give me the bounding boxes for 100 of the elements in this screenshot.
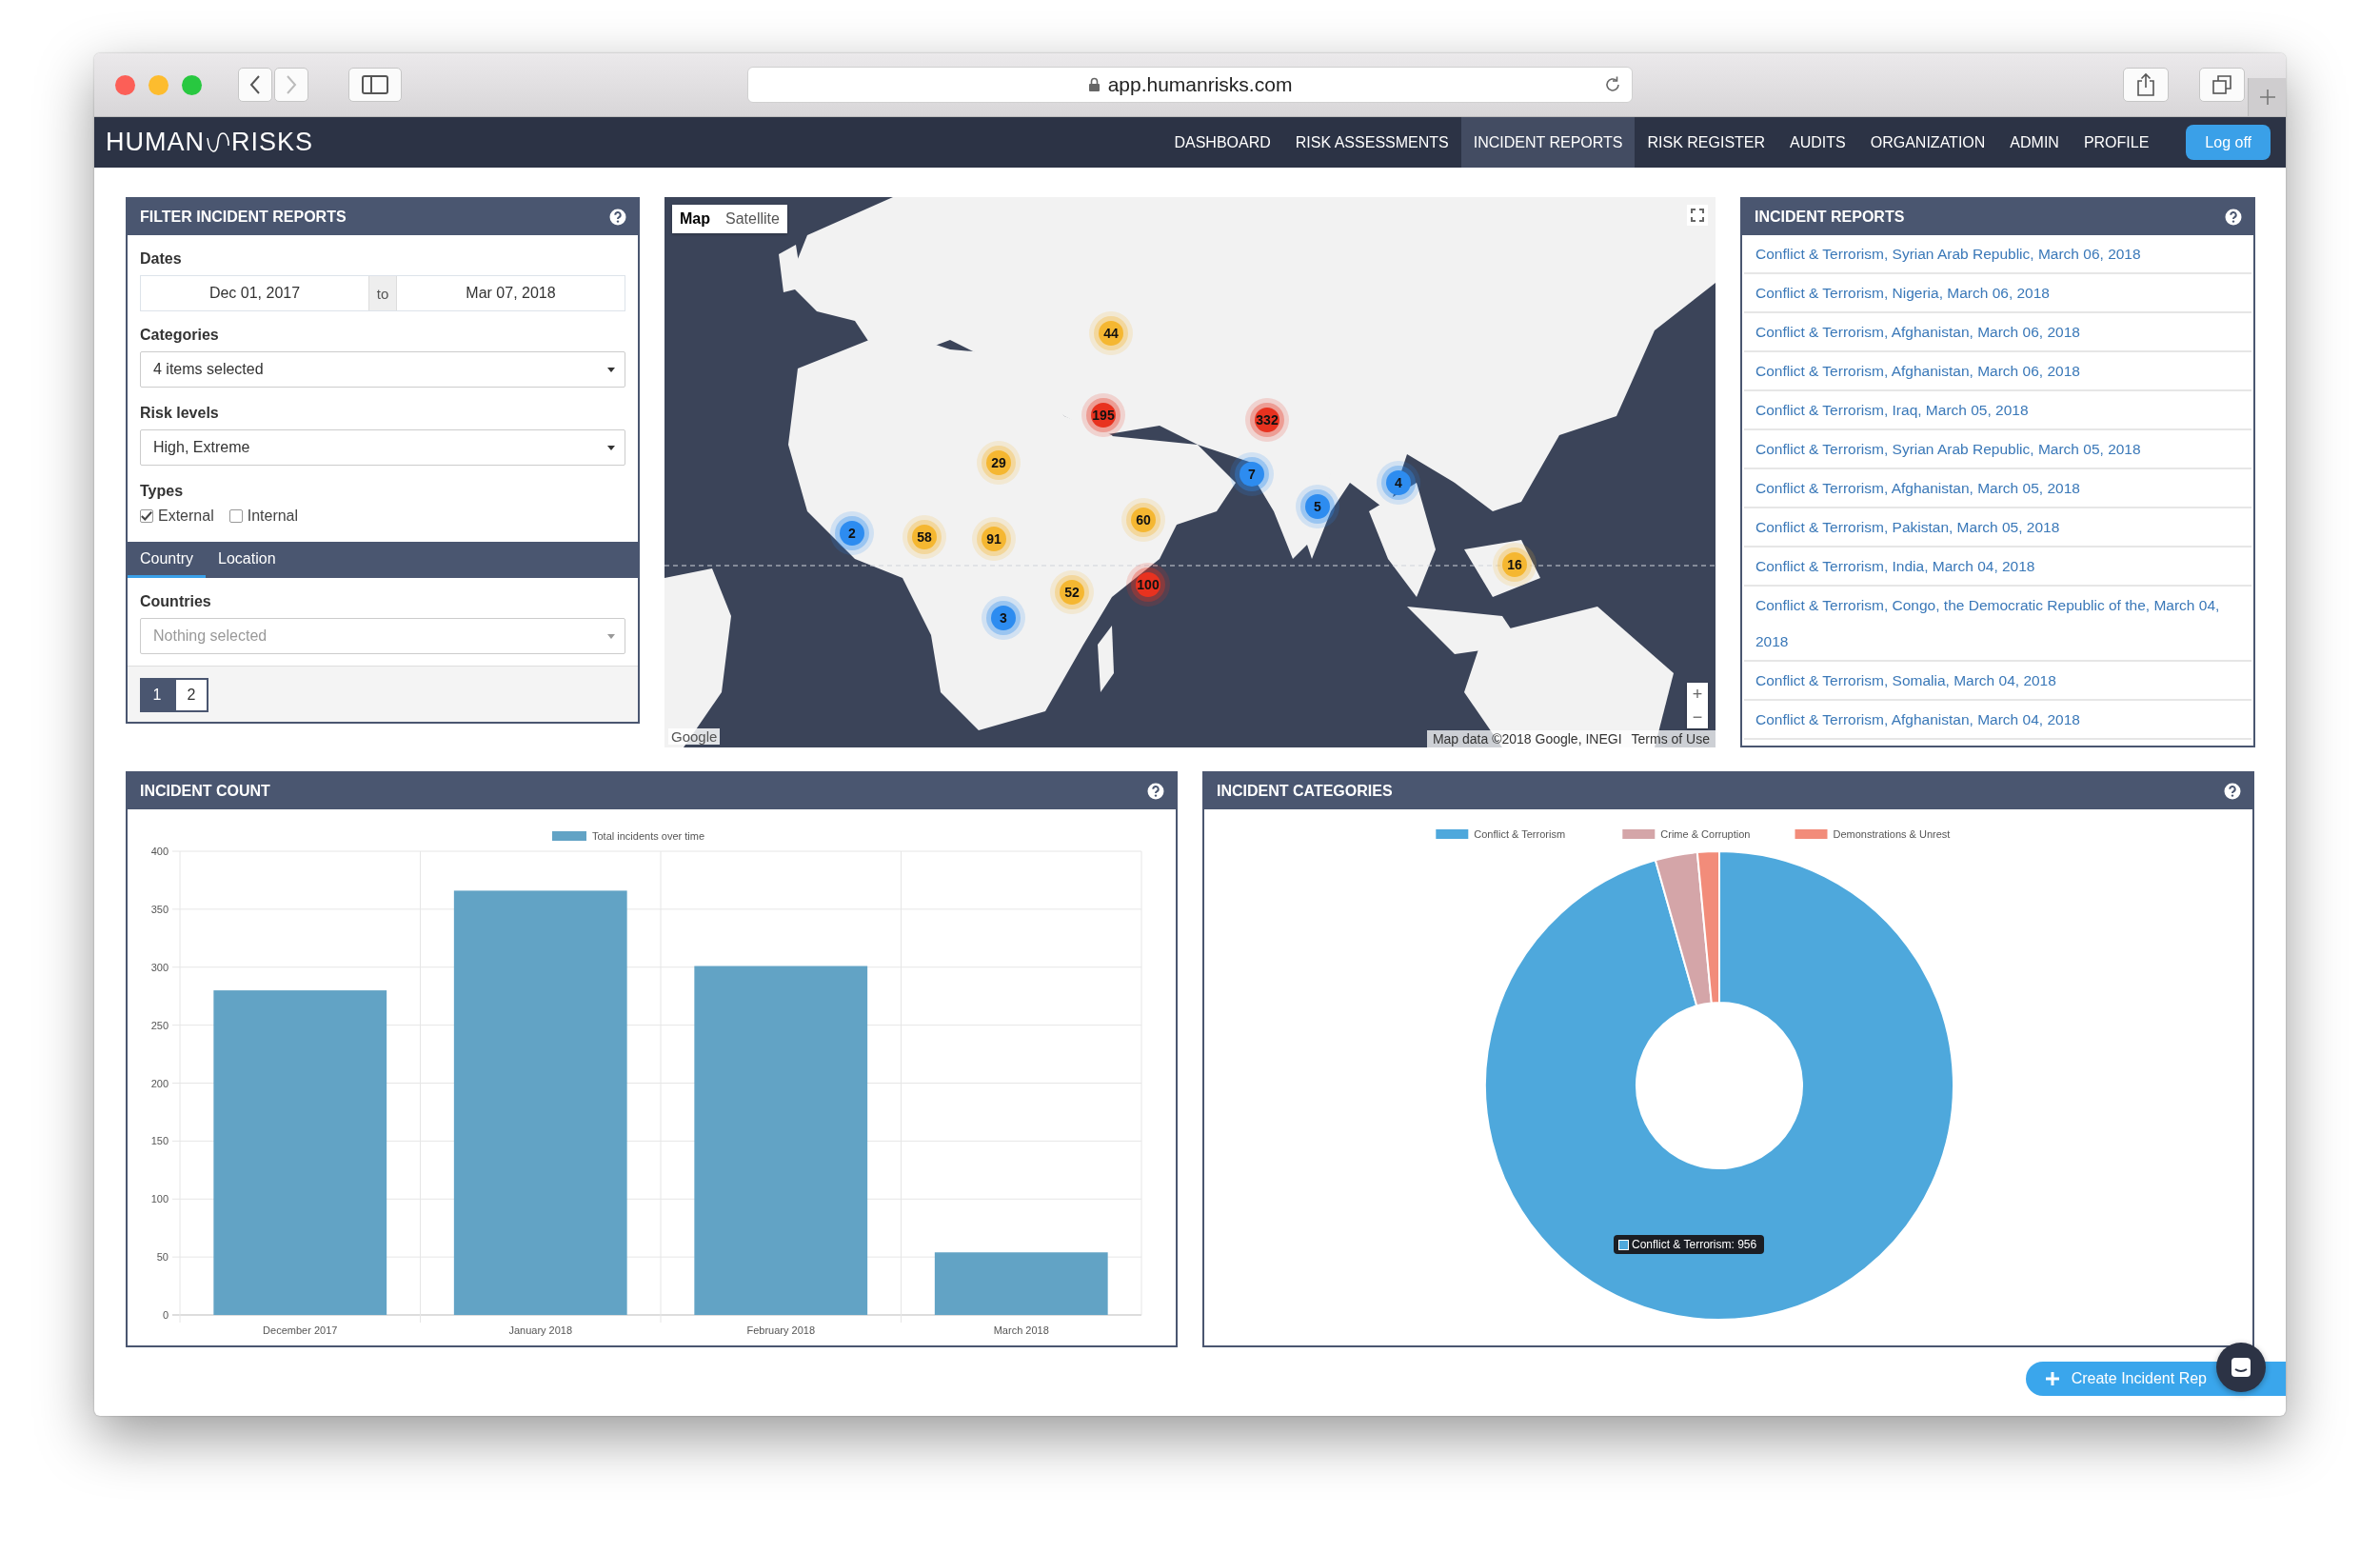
legend-label: Total incidents over time [592, 830, 704, 842]
legend-swatch [1436, 829, 1469, 839]
field-label: Risk levels [140, 405, 220, 422]
filter-tab[interactable]: Location [206, 542, 288, 578]
lock-icon [1087, 77, 1101, 92]
legend-label: Demonstrations & Unrest [1833, 828, 1951, 840]
report-link[interactable]: Conflict & Terrorism, Congo, the Democratic Republic of the, March 04, 2018 [1744, 587, 2251, 662]
axis-tick-label: 200 [150, 1077, 169, 1089]
tabs-icon [2211, 74, 2232, 95]
report-link[interactable]: Conflict & Terrorism, Somalia, March 04, 2018 [1744, 662, 2251, 701]
axis-tick-label: 100 [150, 1193, 169, 1205]
nav-link[interactable]: RISK REGISTER [1635, 117, 1778, 168]
page-button[interactable]: 2 [174, 678, 208, 712]
filter-tab[interactable]: Country [128, 542, 207, 578]
legend-swatch [552, 831, 586, 841]
back-icon [248, 74, 262, 95]
caret-icon [607, 367, 615, 372]
donut-slice[interactable] [1484, 850, 1954, 1321]
sidebar-button[interactable] [348, 68, 402, 102]
nav-link[interactable]: ORGANIZATION [1857, 117, 1998, 168]
nav-link[interactable]: RISK ASSESSMENTS [1282, 117, 1461, 168]
panel-title: INCIDENT COUNT [140, 783, 270, 800]
axis-tick-label: 150 [150, 1135, 169, 1147]
nav-link[interactable]: AUDITS [1777, 117, 1858, 168]
legend-swatch [1622, 829, 1656, 839]
help-icon[interactable] [2225, 209, 2242, 226]
legend-label: Conflict & Terrorism [1474, 828, 1566, 840]
report-link[interactable]: Conflict & Terrorism, Nigeria, March 06, 2018 [1744, 274, 2251, 313]
axis-tick-label: December 2017 [263, 1324, 338, 1336]
forward-icon [285, 74, 298, 95]
address-bar[interactable]: app.humanrisks.com [747, 67, 1633, 103]
axis-tick-label: 250 [150, 1019, 169, 1031]
nav-link[interactable]: PROFILE [2071, 117, 2162, 168]
axis-tick-label: 350 [150, 903, 169, 915]
help-icon[interactable] [609, 209, 626, 226]
zoom-window-button[interactable] [182, 74, 202, 95]
nav-link[interactable]: DASHBOARD [1161, 117, 1283, 168]
panel-title: INCIDENT CATEGORIES [1217, 783, 1393, 800]
report-link[interactable]: Conflict & Terrorism, India, March 04, 2018 [1744, 548, 2251, 587]
share-button[interactable] [2123, 68, 2169, 102]
categories-dropdown[interactable]: 4 items selected [140, 351, 625, 388]
donut-slice[interactable] [1696, 850, 1720, 1005]
caret-icon [607, 445, 615, 450]
axis-tick-label: March 2018 [993, 1324, 1049, 1336]
chat-icon [2230, 1356, 2252, 1379]
help-icon[interactable] [2224, 783, 2241, 800]
legend-label: Crime & Corruption [1660, 828, 1751, 840]
minimize-window-button[interactable] [149, 74, 169, 95]
report-link[interactable]: Conflict & Terrorism, Afghanistan, March 04, 2018 [1744, 701, 2251, 740]
report-link[interactable]: Conflict & Terrorism, Syrian Arab Republic, March 06, 2018 [1744, 235, 2251, 274]
map-type-button[interactable]: Satellite [718, 205, 787, 233]
report-link[interactable]: Conflict & Terrorism, Iraq, March 05, 2018 [1744, 391, 2251, 430]
type-checkbox[interactable]: Internal [228, 508, 299, 525]
plus-icon [2044, 1371, 2060, 1386]
report-link[interactable]: Conflict & Terrorism, Afghanistan, March 06, 2018 [1744, 313, 2251, 352]
url-text: app.humanrisks.com [1107, 73, 1293, 96]
axis-tick-label: 50 [156, 1251, 169, 1264]
checkmark-icon [141, 510, 152, 522]
zoom-in-button[interactable]: + [1687, 683, 1708, 706]
map[interactable]: Map Satellite 44 195 332 29 7 4 5 2 58 91 60 16 52 100 3 + − Google Map data ©2018 Google, INEGI Terms of Use [664, 197, 1716, 747]
map-attribution: Map data ©2018 Google, INEGI [1432, 731, 1622, 747]
type-checkbox[interactable]: External [140, 508, 214, 525]
axis-tick-label: 300 [150, 961, 169, 973]
new-tab-button[interactable] [2248, 78, 2286, 116]
map-brand-text: Google [668, 728, 721, 745]
fullscreen-button[interactable] [1687, 205, 1708, 226]
axis-tick-label: 0 [162, 1309, 169, 1321]
help-icon[interactable] [1147, 783, 1164, 800]
legend-swatch [1795, 829, 1828, 839]
field-label: Countries [140, 593, 212, 610]
nav-link[interactable]: ADMIN [1997, 117, 2072, 168]
caret-icon [607, 633, 615, 639]
map-type-button[interactable]: Map [672, 205, 718, 233]
field-label: Dates [140, 250, 183, 268]
date-separator: to [368, 276, 397, 310]
panel-title: FILTER INCIDENT REPORTS [140, 209, 347, 226]
axis-tick-label: February 2018 [746, 1324, 815, 1336]
report-link[interactable]: Conflict & Terrorism, Pakistan, March 05, 2018 [1744, 508, 2251, 548]
field-label: Categories [140, 327, 220, 344]
zoom-out-button[interactable]: − [1687, 706, 1708, 728]
report-link[interactable]: Conflict & Terrorism, Afghanistan, March 05, 2018 [1744, 469, 2251, 508]
bar[interactable] [934, 1252, 1108, 1315]
tabs-button[interactable] [2199, 68, 2245, 102]
nav-link[interactable]: INCIDENT REPORTS [1460, 117, 1636, 168]
date-range-field[interactable]: Dec 01, 2017 to Mar 07, 2018 [140, 275, 625, 311]
reload-icon[interactable] [1603, 75, 1622, 94]
close-window-button[interactable] [115, 74, 135, 95]
risk-levels-dropdown[interactable]: High, Extreme [140, 429, 625, 466]
axis-tick-label: 400 [150, 846, 169, 857]
back-button[interactable] [238, 68, 272, 102]
page-button[interactable]: 1 [140, 678, 174, 712]
logo-text: HUMAN [106, 128, 205, 157]
report-link[interactable]: Conflict & Terrorism, Afghanistan, March 06, 2018 [1744, 352, 2251, 391]
donut-slice[interactable] [1654, 851, 1713, 1007]
field-label: Types [140, 483, 185, 500]
terms-link[interactable]: Terms of Use [1631, 731, 1710, 747]
plus-icon [2257, 88, 2277, 107]
report-link[interactable]: Conflict & Terrorism, Syrian Arab Republic, March 05, 2018 [1744, 430, 2251, 469]
logo-text: RISKS [231, 128, 314, 157]
sidebar-icon [362, 75, 388, 94]
